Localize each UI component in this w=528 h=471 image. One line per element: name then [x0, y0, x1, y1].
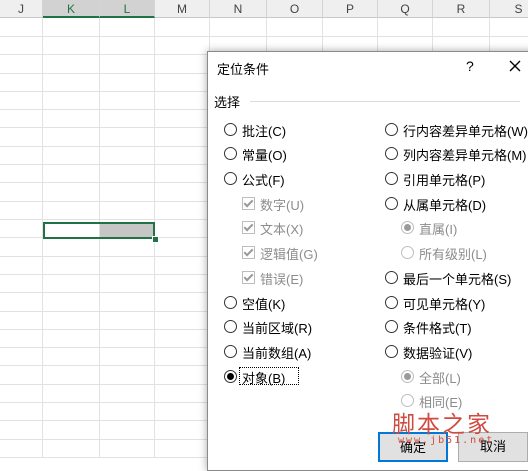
column-header-r[interactable]: R [433, 0, 490, 18]
selection-group-label: 选择 [214, 95, 241, 110]
grid-hline [0, 36, 528, 37]
radio-indicator[interactable] [224, 370, 237, 383]
column-header-p[interactable]: P [323, 0, 378, 18]
radio-indicator[interactable] [224, 147, 237, 160]
option-label: 数据验证(V) [403, 346, 473, 361]
radio-indicator [401, 246, 414, 259]
radio-indicator[interactable] [385, 123, 398, 136]
radio-indicator[interactable] [385, 172, 398, 185]
column-header-j[interactable]: J [0, 0, 43, 18]
column-header-m[interactable]: M [155, 0, 210, 18]
option-label: 常量(O) [242, 148, 287, 163]
radio-indicator[interactable] [385, 147, 398, 160]
option-label: 相同(E) [419, 395, 463, 410]
option-label: 可见单元格(Y) [403, 297, 486, 312]
option-label: 列内容差异单元格(M) [403, 148, 527, 163]
column-header-s[interactable]: S [490, 0, 528, 18]
fill-handle[interactable] [152, 236, 159, 243]
radio-indicator[interactable] [385, 320, 398, 333]
radio-indicator[interactable] [385, 271, 398, 284]
column-header-o[interactable]: O [267, 0, 323, 18]
option-label: 空值(K) [242, 297, 286, 312]
column-header-k[interactable]: K [43, 0, 100, 18]
go-to-special-dialog: 定位条件 ? 选择 批注(C) 常量(O) 公式(F) 数字(U) 文本(X) 逻辑值(G… [207, 51, 528, 471]
option-label: 全部(L) [419, 371, 461, 386]
option-label: 错误(E) [260, 272, 304, 287]
radio-indicator[interactable] [385, 296, 398, 309]
dialog-titlebar: 定位条件 ? [208, 52, 528, 82]
option-label: 数字(U) [260, 198, 305, 213]
radio-indicator[interactable] [224, 345, 237, 358]
option-label: 引用单元格(P) [403, 173, 486, 188]
option-label: 公式(F) [242, 173, 285, 188]
radio-indicator[interactable] [385, 345, 398, 358]
option-label: 直属(I) [419, 222, 458, 237]
checkbox-indicator [242, 271, 255, 284]
option-label: 最后一个单元格(S) [403, 272, 512, 287]
option-label: 当前数组(A) [242, 346, 312, 361]
radio-indicator[interactable] [224, 320, 237, 333]
option-label: 逻辑值(G) [260, 247, 318, 262]
column-header-q[interactable]: Q [378, 0, 433, 18]
radio-indicator [401, 370, 414, 383]
checkbox-indicator [242, 221, 255, 234]
checkbox-indicator [242, 197, 255, 210]
option-label: 批注(C) [242, 124, 287, 139]
option-label: 当前区域(R) [242, 321, 313, 336]
selected-range[interactable] [43, 222, 155, 239]
option-label: 文本(X) [260, 222, 304, 237]
radio-indicator [401, 394, 414, 407]
radio-indicator[interactable] [224, 172, 237, 185]
option-label: 条件格式(T) [403, 321, 472, 336]
help-icon[interactable]: ? [466, 58, 474, 74]
radio-indicator[interactable] [224, 296, 237, 309]
checkbox-indicator [242, 246, 255, 259]
focus-outline [239, 367, 299, 385]
dialog-title: 定位条件 [217, 62, 270, 77]
column-header-n[interactable]: N [210, 0, 267, 18]
radio-indicator[interactable] [385, 197, 398, 210]
column-header-l[interactable]: L [100, 0, 155, 18]
radio-indicator[interactable] [224, 123, 237, 136]
option-label: 所有级别(L) [419, 247, 487, 262]
radio-indicator [401, 221, 414, 234]
close-icon[interactable] [504, 55, 526, 77]
option-label: 行内容差异单元格(W) [403, 124, 528, 139]
option-label: 从属单元格(D) [403, 198, 487, 213]
group-divider [250, 101, 520, 102]
